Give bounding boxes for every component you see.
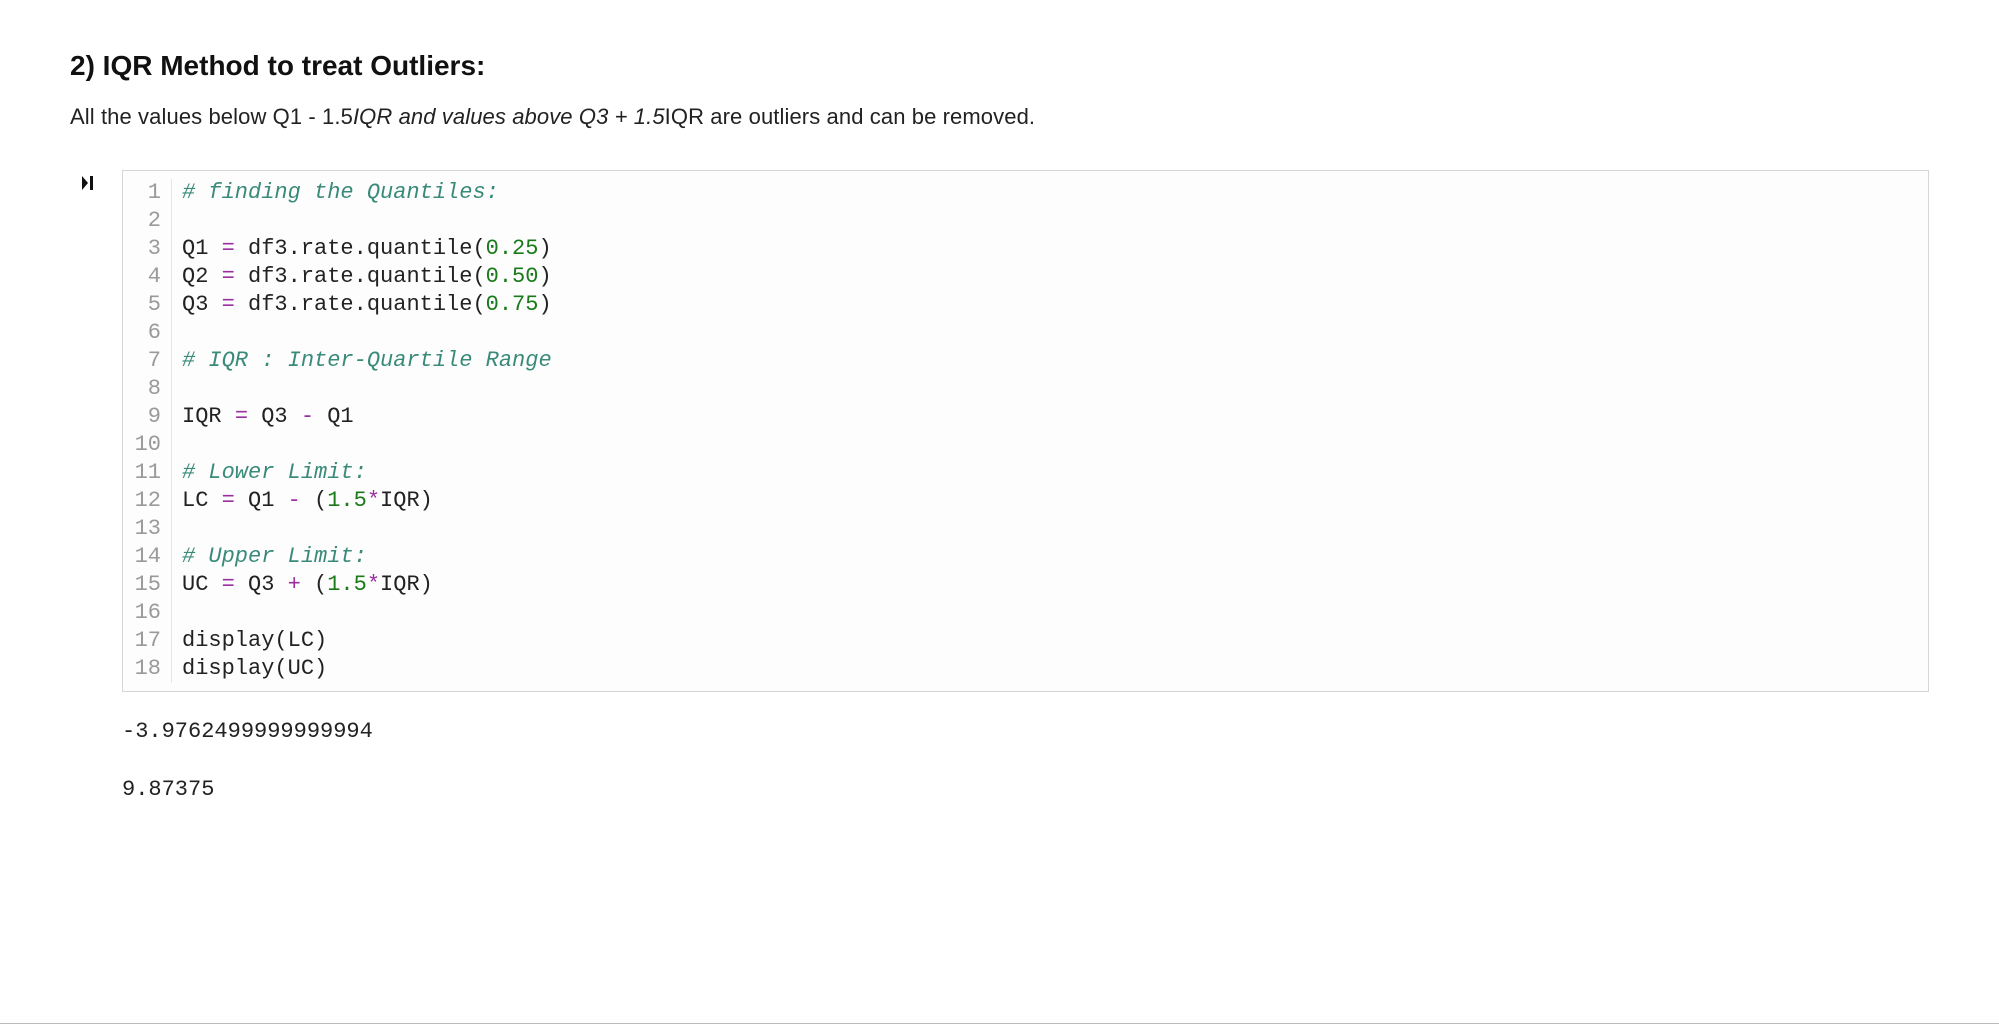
code-content [182, 431, 195, 459]
run-next-icon [80, 174, 98, 192]
code-content: # IQR : Inter-Quartile Range [182, 347, 552, 375]
line-number: 18 [123, 655, 172, 683]
code-line: 12 LC = Q1 - (1.5*IQR) [123, 487, 1928, 515]
line-number: 8 [123, 375, 172, 403]
code-editor[interactable]: 1 # finding the Quantiles: 2 3 Q1 = df3.rat… [122, 170, 1929, 692]
code-content: # finding the Quantiles: [182, 179, 499, 207]
line-number: 1 [123, 179, 172, 207]
output-line: 9.87375 [122, 770, 1929, 810]
line-number: 17 [123, 627, 172, 655]
code-content: IQR = Q3 - Q1 [182, 403, 354, 431]
desc-part-italic: IQR and values above Q3 + 1.5 [353, 104, 665, 129]
code-content [182, 207, 195, 235]
code-line: 18 display(UC) [123, 655, 1928, 683]
code-line: 13 [123, 515, 1928, 543]
code-line: 10 [123, 431, 1928, 459]
notebook-page: 2) IQR Method to treat Outliers: All the… [0, 0, 1999, 1024]
code-content: Q1 = df3.rate.quantile(0.25) [182, 235, 552, 263]
line-number: 7 [123, 347, 172, 375]
line-number: 13 [123, 515, 172, 543]
code-line: 14 # Upper Limit: [123, 543, 1928, 571]
line-number: 3 [123, 235, 172, 263]
line-number: 5 [123, 291, 172, 319]
code-content [182, 515, 195, 543]
line-number: 16 [123, 599, 172, 627]
cell-output: -3.9762499999999994 9.87375 [122, 712, 1929, 810]
code-line: 3 Q1 = df3.rate.quantile(0.25) [123, 235, 1928, 263]
code-content: # Lower Limit: [182, 459, 367, 487]
code-line: 9 IQR = Q3 - Q1 [123, 403, 1928, 431]
code-line: 2 [123, 207, 1928, 235]
code-line: 8 [123, 375, 1928, 403]
code-content [182, 375, 195, 403]
code-content: LC = Q1 - (1.5*IQR) [182, 487, 433, 515]
line-number: 15 [123, 571, 172, 599]
code-line: 4 Q2 = df3.rate.quantile(0.50) [123, 263, 1928, 291]
code-line: 1 # finding the Quantiles: [123, 179, 1928, 207]
code-content [182, 599, 195, 627]
code-line: 17 display(LC) [123, 627, 1928, 655]
code-content: Q2 = df3.rate.quantile(0.50) [182, 263, 552, 291]
code-content: # Upper Limit: [182, 543, 367, 571]
line-number: 6 [123, 319, 172, 347]
output-line: -3.9762499999999994 [122, 712, 1929, 752]
code-content: display(UC) [182, 655, 327, 683]
line-number: 9 [123, 403, 172, 431]
line-number: 14 [123, 543, 172, 571]
code-line: 11 # Lower Limit: [123, 459, 1928, 487]
code-line: 15 UC = Q3 + (1.5*IQR) [123, 571, 1928, 599]
code-content: display(LC) [182, 627, 327, 655]
section-description: All the values below Q1 - 1.5IQR and val… [70, 104, 1929, 130]
line-number: 11 [123, 459, 172, 487]
code-content: Q3 = df3.rate.quantile(0.75) [182, 291, 552, 319]
code-content [182, 319, 195, 347]
section-heading: 2) IQR Method to treat Outliers: [70, 50, 1929, 82]
code-content: UC = Q3 + (1.5*IQR) [182, 571, 433, 599]
line-number: 10 [123, 431, 172, 459]
code-line: 5 Q3 = df3.rate.quantile(0.75) [123, 291, 1928, 319]
run-cell-button[interactable] [80, 170, 110, 197]
line-number: 4 [123, 263, 172, 291]
code-line: 6 [123, 319, 1928, 347]
line-number: 12 [123, 487, 172, 515]
code-line: 7 # IQR : Inter-Quartile Range [123, 347, 1928, 375]
line-number: 2 [123, 207, 172, 235]
desc-part-3: IQR are outliers and can be removed. [665, 104, 1035, 129]
code-cell: 1 # finding the Quantiles: 2 3 Q1 = df3.rat… [80, 170, 1929, 692]
desc-part-1: All the values below Q1 - 1.5 [70, 104, 353, 129]
code-line: 16 [123, 599, 1928, 627]
